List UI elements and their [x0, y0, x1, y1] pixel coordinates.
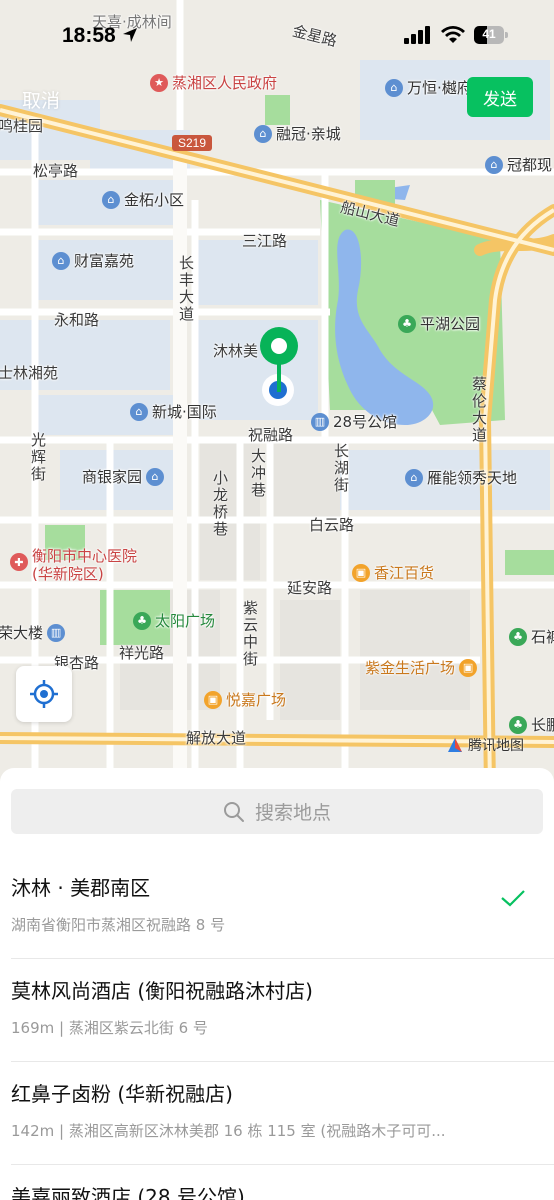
place-title: 美嘉丽致酒店 (28 号公馆): [11, 1185, 245, 1200]
status-icons: 41: [404, 26, 508, 44]
crosshair-icon: [30, 680, 58, 708]
poi-hospital[interactable]: ✚ 衡阳市中心医院 (华新院区): [10, 547, 137, 583]
residence-icon: ⌂: [102, 190, 120, 209]
building-icon: ▥: [311, 412, 329, 431]
star-icon: ★: [150, 73, 168, 92]
search-input[interactable]: 搜索地点: [11, 789, 543, 834]
road-label: 松亭路: [33, 162, 79, 180]
poi-gongguan[interactable]: ▥ 28号公馆: [311, 411, 397, 432]
road-label: 解放大道: [186, 729, 247, 747]
residence-icon: ⌂: [405, 468, 423, 487]
residence-icon: ⌂: [52, 251, 70, 270]
road-label-vertical: 蔡伦大道: [471, 375, 487, 444]
place-title: 沐林 · 美郡南区: [11, 876, 151, 900]
poi-xiangjiang[interactable]: ▣ 香江百货: [352, 562, 434, 583]
tree-icon: ♣: [398, 314, 416, 333]
residence-icon: ⌂: [385, 78, 403, 97]
poi-shangyin[interactable]: 商银家园 ⌂: [82, 466, 165, 487]
place-address: 169m | 蒸湘区紫云北街 6 号: [11, 1019, 208, 1037]
tree-icon: ♣: [509, 715, 527, 734]
poi-wanheng[interactable]: ⌂ 万恒·樾府: [385, 77, 472, 98]
place-list-sheet: 搜索地点 沐林 · 美郡南区 湖南省衡阳市蒸湘区祝融路 8 号 莫林风尚酒店 (…: [0, 768, 554, 1200]
road-label: 延安路: [287, 579, 333, 597]
road-label: 三江路: [242, 232, 288, 250]
road-label: 祥光路: [119, 644, 165, 662]
list-item[interactable]: 美嘉丽致酒店 (28 号公馆): [0, 1165, 554, 1200]
road-shield: S219: [172, 135, 213, 151]
poi-rongguan[interactable]: ⌂ 融冠·亲城: [254, 123, 341, 144]
send-button[interactable]: 发送: [467, 77, 533, 117]
location-arrow-icon: [122, 28, 137, 42]
road-label-vertical: 长湖街: [333, 442, 349, 494]
list-item[interactable]: 沐林 · 美郡南区 湖南省衡阳市蒸湘区祝融路 8 号: [0, 856, 554, 959]
tree-icon: ♣: [509, 627, 527, 646]
poi-guiyuan[interactable]: 鸣桂园: [0, 118, 43, 135]
battery-level: 41: [482, 27, 496, 41]
poi-pinghu-park[interactable]: ♣ 平湖公园: [398, 313, 480, 334]
checkmark-icon: [501, 890, 525, 907]
poi-guandu[interactable]: ⌂ 冠都现: [485, 154, 552, 175]
residence-icon: ⌂: [485, 155, 503, 174]
poi-dalou[interactable]: 荣大楼 ▥: [0, 622, 66, 643]
shopping-icon: ▣: [352, 563, 370, 582]
poi-jintuo[interactable]: ⌂ 金柘小区: [102, 189, 184, 210]
place-address: 142m | 蒸湘区高新区沐林美郡 16 栋 115 室 (祝融路木子可可...: [11, 1122, 446, 1140]
signal-icon: [404, 26, 430, 44]
tencent-map-logo-icon: [448, 738, 462, 752]
poi-shi[interactable]: ♣ 石裤: [509, 626, 554, 647]
wifi-icon: [441, 26, 465, 43]
residence-icon: ⌂: [254, 124, 272, 143]
poi-changle[interactable]: ♣ 长鹏: [509, 714, 554, 735]
poi-shilin[interactable]: 士林湘苑: [0, 365, 58, 382]
poi-zijin[interactable]: 紫金生活广场 ▣: [365, 657, 478, 678]
building-icon: ▥: [47, 623, 66, 642]
search-placeholder: 搜索地点: [254, 802, 331, 824]
road-label-vertical: 光辉街: [30, 431, 46, 483]
cancel-button[interactable]: 取消: [22, 86, 60, 113]
road-label: 白云路: [309, 516, 355, 534]
place-title: 莫林风尚酒店 (衡阳祝融路沐村店): [11, 979, 313, 1003]
poi-yuejia[interactable]: ▣ 悦嘉广场: [204, 689, 286, 710]
poi-yanneng[interactable]: ⌂ 雁能领秀天地: [405, 467, 517, 488]
search-icon: [223, 801, 244, 822]
poi-government[interactable]: ★ 蒸湘区人民政府: [150, 72, 277, 93]
road-label-vertical: 小龙桥巷: [212, 469, 228, 538]
list-item[interactable]: 红鼻子卤粉 (华新祝融店) 142m | 蒸湘区高新区沐林美郡 16 栋 115…: [0, 1062, 554, 1165]
poi-taiyang[interactable]: ♣ 太阳广场: [133, 610, 215, 631]
locate-me-button[interactable]: [16, 666, 72, 722]
shopping-icon: ▣: [459, 658, 478, 677]
shopping-icon: ▣: [204, 690, 222, 709]
poi-xincheng[interactable]: ⌂ 新城·国际: [130, 401, 217, 422]
list-item[interactable]: 莫林风尚酒店 (衡阳祝融路沐村店) 169m | 蒸湘区紫云北街 6 号: [0, 959, 554, 1062]
place-address: 湖南省衡阳市蒸湘区祝融路 8 号: [11, 916, 226, 934]
road-label: 祝融路: [248, 426, 294, 444]
road-label-vertical: 长丰大道: [178, 254, 194, 323]
status-time: 18:58: [62, 24, 138, 48]
map-view[interactable]: S219 松亭路 三江路 永和路 祝融路 白云路 延安路 祥光路 银杏路 解放大…: [0, 0, 554, 790]
residence-icon: ⌂: [130, 402, 148, 421]
poi-caifu[interactable]: ⌂ 财富嘉苑: [52, 250, 134, 271]
road-label: 永和路: [54, 311, 100, 329]
battery-icon: 41: [474, 26, 508, 44]
road-label-vertical: 紫云中街: [242, 599, 258, 668]
residence-icon: ⌂: [146, 467, 165, 486]
poi-mulin[interactable]: 沐林美: [213, 343, 258, 360]
hospital-icon: ✚: [10, 553, 28, 571]
map-attribution: 腾讯地图: [446, 735, 524, 755]
place-title: 红鼻子卤粉 (华新祝融店): [11, 1082, 233, 1106]
road-label-vertical: 大冲巷: [250, 447, 266, 499]
tree-icon: ♣: [133, 611, 151, 630]
